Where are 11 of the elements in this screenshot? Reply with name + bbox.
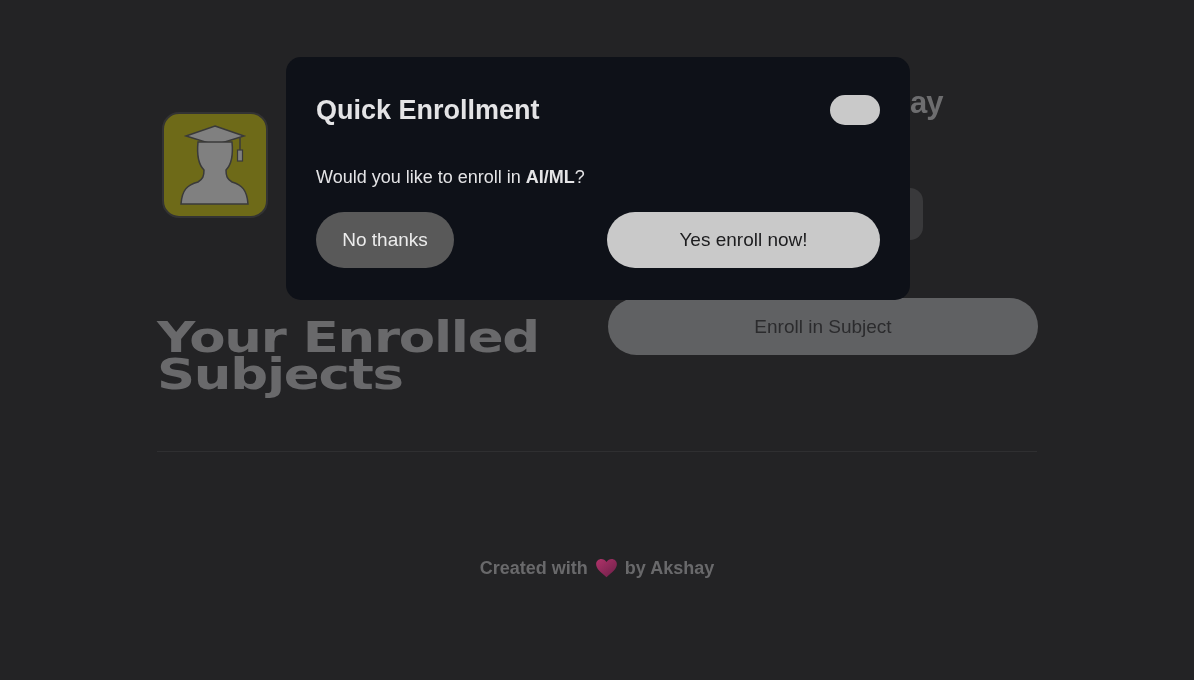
dialog-title: Quick Enrollment <box>316 94 540 126</box>
blank-pill-button[interactable] <box>830 95 880 125</box>
profile-heading-text: ay <box>910 84 943 122</box>
enroll-now-button[interactable]: Yes enroll now! <box>607 212 880 268</box>
no-thanks-button[interactable]: No thanks <box>316 212 454 268</box>
footer-author-text: by Akshay <box>624 557 715 580</box>
dialog-message: Would you like to enroll in AI/ML? <box>316 166 586 188</box>
heart-icon <box>595 558 617 578</box>
footer-text: Created with <box>479 557 588 580</box>
graduate-avatar-icon <box>162 112 268 218</box>
section-heading: Your Enrolled Subjects <box>157 315 540 401</box>
